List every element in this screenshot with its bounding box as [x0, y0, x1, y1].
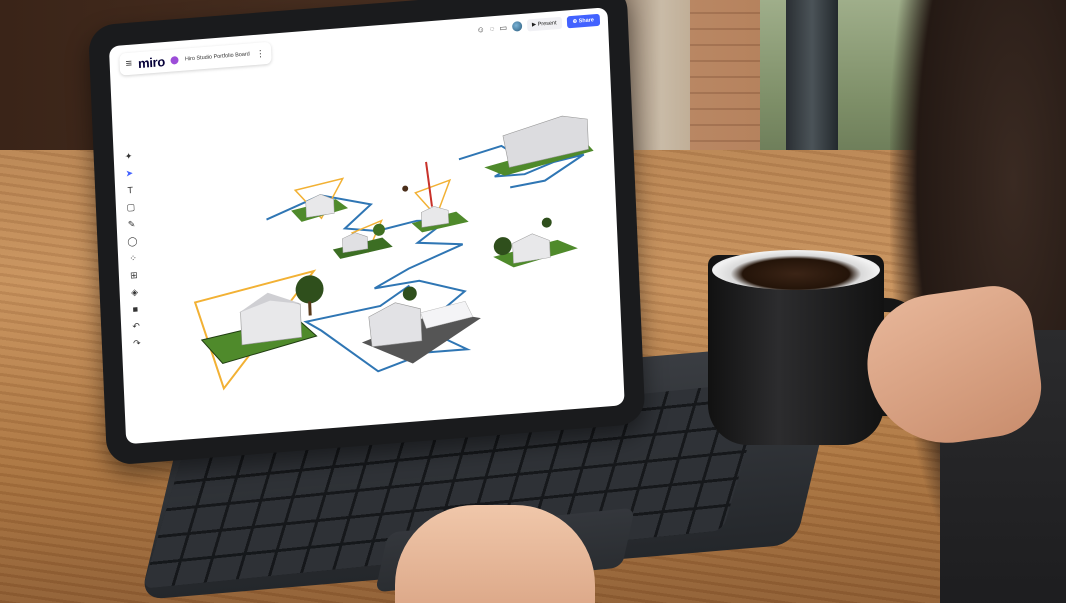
hamburger-icon[interactable]: ≡: [125, 58, 132, 70]
frame-icon[interactable]: ⊞: [130, 270, 138, 281]
sticky-note-icon[interactable]: ▢: [126, 202, 135, 213]
tree-large-trunk: [308, 301, 312, 316]
select-icon[interactable]: ➤: [125, 168, 133, 179]
mug-rim-coffee: [712, 250, 880, 290]
add-icon[interactable]: ■: [132, 304, 138, 314]
tree-large: [295, 275, 324, 304]
pen-icon[interactable]: ✎: [128, 219, 136, 230]
reactions-icon[interactable]: ☺: [476, 24, 485, 34]
tablet: ≡ miro Hiro Studio Portfolio Board ⋮ ☺ ◌…: [88, 0, 646, 466]
radio-tower: [425, 161, 433, 207]
magic-icon[interactable]: ✦: [125, 151, 133, 162]
board-icon: [170, 55, 180, 65]
avatar[interactable]: [511, 20, 523, 32]
house-right: [512, 233, 551, 264]
photo-scene: ≡ miro Hiro Studio Portfolio Board ⋮ ☺ ◌…: [0, 0, 1066, 603]
chat-icon[interactable]: ◌: [490, 24, 495, 33]
present-label: Present: [537, 20, 557, 28]
video-icon[interactable]: ▭: [499, 23, 507, 33]
board-title[interactable]: Hiro Studio Portfolio Board: [185, 51, 250, 62]
tablet-screen: ≡ miro Hiro Studio Portfolio Board ⋮ ☺ ◌…: [108, 7, 625, 445]
redo-icon[interactable]: ↷: [133, 338, 141, 349]
layers-icon[interactable]: ◈: [131, 287, 138, 298]
tree-mid: [373, 223, 385, 236]
tree-right-small: [541, 217, 552, 228]
house-center: [420, 206, 449, 228]
share-label: Share: [578, 17, 595, 25]
shapes-icon[interactable]: ⁘: [129, 253, 137, 264]
board-canvas[interactable]: [109, 7, 625, 444]
text-icon[interactable]: T: [127, 185, 133, 195]
comment-icon[interactable]: ◯: [127, 236, 137, 247]
miro-logo: miro: [137, 53, 166, 71]
undo-icon[interactable]: ↶: [132, 321, 140, 332]
bear-figure: [402, 185, 409, 192]
house-mid: [342, 232, 369, 253]
kebab-icon[interactable]: ⋮: [256, 48, 265, 60]
